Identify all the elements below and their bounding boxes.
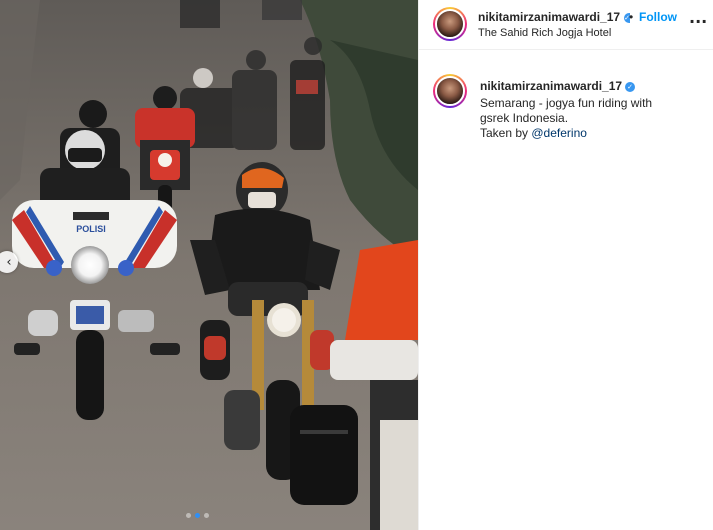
post-side-panel: nikitamirzanimawardi_17 ✓ • Follow ... T… [418,0,713,530]
caption-credit-prefix: Taken by [480,126,532,140]
caption-line: Semarang - jogya fun riding with [480,96,653,110]
mention-link[interactable]: @deferino [531,126,587,140]
caption-username-text[interactable]: nikitamirzanimawardi_17 [480,79,622,93]
caption-text: Semarang - jogya fun riding with gsrek I… [480,96,700,141]
caption-credit: Taken by @deferino [480,126,700,141]
avatar[interactable] [433,74,467,108]
carousel-dot [204,513,209,518]
post-photo[interactable]: POLISI ‹ [0,0,418,530]
more-options-icon[interactable]: ... [689,8,707,27]
carousel-dot [186,513,191,518]
avatar[interactable] [433,7,467,41]
verified-badge-icon: ✓ [625,82,636,92]
separator-dot: • [629,10,634,24]
caption-line: gsrek Indonesia. [480,111,569,125]
carousel-indicator [186,513,209,518]
police-label: POLISI [76,224,106,234]
chevron-left-icon: ‹ [6,254,12,270]
post-header: nikitamirzanimawardi_17 ✓ • Follow ... T… [419,0,713,50]
photo-scene: POLISI [0,0,418,530]
post-location[interactable]: The Sahid Rich Jogja Hotel [478,27,611,39]
caption-username[interactable]: nikitamirzanimawardi_17 ✓ [480,79,636,93]
author-username[interactable]: nikitamirzanimawardi_17 [478,10,620,24]
follow-button[interactable]: Follow [639,10,677,24]
carousel-dot-active [195,513,200,518]
